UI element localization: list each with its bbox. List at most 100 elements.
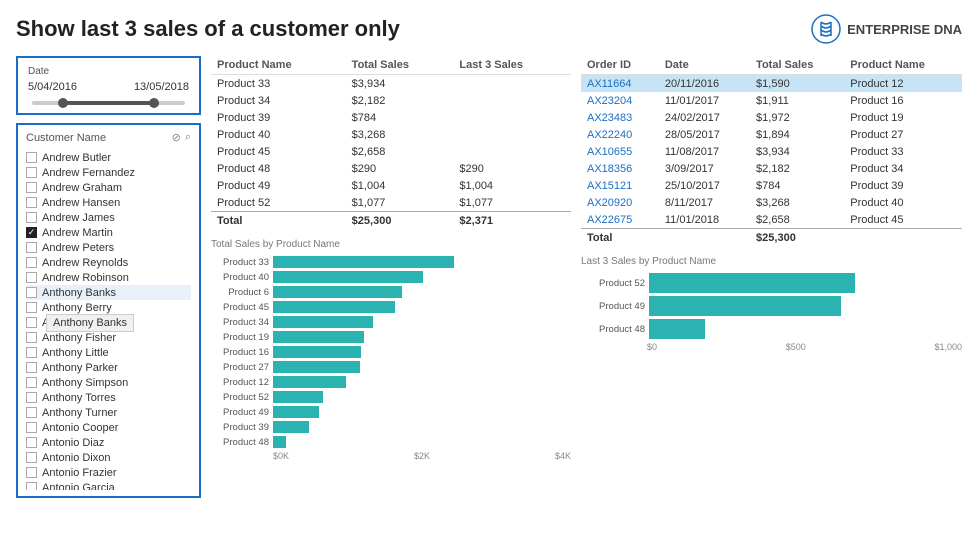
customer-item[interactable]: Andrew Robinson — [26, 270, 191, 285]
bar-label: Product 48 — [211, 437, 269, 448]
customer-checkbox[interactable] — [26, 467, 37, 478]
customer-item[interactable]: Antonio Garcia — [26, 480, 191, 490]
product-name: Product 48 — [211, 160, 346, 177]
customer-checkbox[interactable] — [26, 437, 37, 448]
customer-checkbox[interactable] — [26, 302, 37, 313]
bar-fill — [273, 301, 395, 313]
customer-item[interactable]: Anthony BanksAnthony Banks — [26, 315, 191, 330]
table-row: Product 33 $3,934 — [211, 75, 571, 93]
customer-checkbox[interactable] — [26, 407, 37, 418]
customer-checkbox[interactable] — [26, 362, 37, 373]
order-product: Product 40 — [844, 194, 962, 211]
customer-checkbox[interactable] — [26, 482, 37, 490]
order-total: $2,658 — [750, 211, 844, 229]
customer-name: Anthony Simpson — [42, 377, 128, 389]
customer-item[interactable]: Andrew Reynolds — [26, 255, 191, 270]
col-order-id: Order ID — [581, 56, 659, 75]
customer-name: Andrew Graham — [42, 182, 122, 194]
date-range-display: 5/04/2016 13/05/2018 — [28, 81, 189, 93]
customer-item[interactable]: Andrew Graham — [26, 180, 191, 195]
customer-checkbox[interactable] — [26, 152, 37, 163]
brand-name: ENTERPRISE DNA — [847, 22, 962, 37]
bar-row: Product 12 — [211, 376, 571, 388]
last3-chart-title: Last 3 Sales by Product Name — [581, 256, 962, 267]
customer-item[interactable]: Andrew Hansen — [26, 195, 191, 210]
page-title: Show last 3 sales of a customer only — [16, 16, 400, 42]
order-product: Product 27 — [844, 126, 962, 143]
total-last3: $2,371 — [453, 212, 571, 230]
bar-label: Product 40 — [211, 272, 269, 283]
last3-sales: $1,004 — [453, 177, 571, 194]
col-date: Date — [659, 56, 750, 75]
bar-fill — [273, 271, 423, 283]
customer-name: Anthony Parker — [42, 362, 118, 374]
bar-container — [273, 301, 571, 313]
customer-checkbox[interactable] — [26, 452, 37, 463]
filter-icons: ⊘ ⌕ — [172, 131, 191, 144]
customer-item[interactable]: Anthony Torres — [26, 390, 191, 405]
slider-thumb-left[interactable] — [58, 98, 68, 108]
customer-checkbox[interactable] — [26, 257, 37, 268]
last3-x-axis: $0 $500 $1,000 — [581, 342, 962, 352]
customer-checkbox[interactable]: ✓ — [26, 227, 37, 238]
bar-row: Product 39 — [211, 421, 571, 433]
customer-item[interactable]: Anthony Little — [26, 345, 191, 360]
search-icon[interactable]: ⌕ — [185, 131, 191, 144]
date-slider[interactable] — [32, 101, 185, 105]
order-total-row: Total $25,300 — [581, 229, 962, 247]
slider-thumb-right[interactable] — [149, 98, 159, 108]
customer-item[interactable]: Anthony Fisher — [26, 330, 191, 345]
table-row: AX23483 24/02/2017 $1,972 Product 19 — [581, 109, 962, 126]
customer-item[interactable]: Andrew James — [26, 210, 191, 225]
product-name: Product 33 — [211, 75, 346, 93]
col-last3-sales: Last 3 Sales — [453, 56, 571, 75]
customer-item[interactable]: Andrew Peters — [26, 240, 191, 255]
customer-checkbox[interactable] — [26, 167, 37, 178]
total-sales-x-axis: $0K $2K $4K — [211, 451, 571, 461]
customer-item[interactable]: Antonio Diaz — [26, 435, 191, 450]
customer-checkbox[interactable] — [26, 392, 37, 403]
product-name: Product 34 — [211, 92, 346, 109]
customer-item[interactable]: ✓Andrew Martin — [26, 225, 191, 240]
customer-item[interactable]: Anthony Parker — [26, 360, 191, 375]
customer-checkbox[interactable] — [26, 212, 37, 223]
customer-item[interactable]: Antonio Frazier — [26, 465, 191, 480]
customer-checkbox[interactable] — [26, 377, 37, 388]
customer-item[interactable]: Anthony Turner — [26, 405, 191, 420]
customer-checkbox[interactable] — [26, 272, 37, 283]
customer-item[interactable]: Antonio Cooper — [26, 420, 191, 435]
customer-item[interactable]: Anthony Simpson — [26, 375, 191, 390]
bar-label: Product 49 — [581, 301, 645, 312]
col-order-total: Total Sales — [750, 56, 844, 75]
customer-checkbox[interactable] — [26, 332, 37, 343]
customer-checkbox[interactable] — [26, 242, 37, 253]
order-id: AX10655 — [581, 143, 659, 160]
erase-icon[interactable]: ⊘ — [172, 131, 181, 144]
customer-checkbox[interactable] — [26, 182, 37, 193]
bar-label: Product 33 — [211, 257, 269, 268]
customer-checkbox[interactable] — [26, 317, 37, 328]
customer-name: Andrew Hansen — [42, 197, 120, 209]
customer-item[interactable]: Andrew Butler — [26, 150, 191, 165]
customer-item[interactable]: Antonio Dixon — [26, 450, 191, 465]
order-product: Product 45 — [844, 211, 962, 229]
bar-label: Product 6 — [211, 287, 269, 298]
order-date: 8/11/2017 — [659, 194, 750, 211]
total-sales: $2,658 — [346, 143, 454, 160]
customer-checkbox[interactable] — [26, 422, 37, 433]
bar-row: Product 40 — [211, 271, 571, 283]
order-date: 24/02/2017 — [659, 109, 750, 126]
order-id: AX23204 — [581, 92, 659, 109]
customer-checkbox[interactable] — [26, 197, 37, 208]
customer-item[interactable]: Anthony Banks — [26, 285, 191, 300]
customer-checkbox[interactable] — [26, 287, 37, 298]
product-table: Product Name Total Sales Last 3 Sales Pr… — [211, 56, 571, 229]
customer-name: Anthony Torres — [42, 392, 116, 404]
customer-name: Anthony Fisher — [42, 332, 116, 344]
bar-label: Product 49 — [211, 407, 269, 418]
bar-row: Product 19 — [211, 331, 571, 343]
bar-row: Product 33 — [211, 256, 571, 268]
table-row: Product 45 $2,658 — [211, 143, 571, 160]
customer-item[interactable]: Andrew Fernandez — [26, 165, 191, 180]
customer-checkbox[interactable] — [26, 347, 37, 358]
